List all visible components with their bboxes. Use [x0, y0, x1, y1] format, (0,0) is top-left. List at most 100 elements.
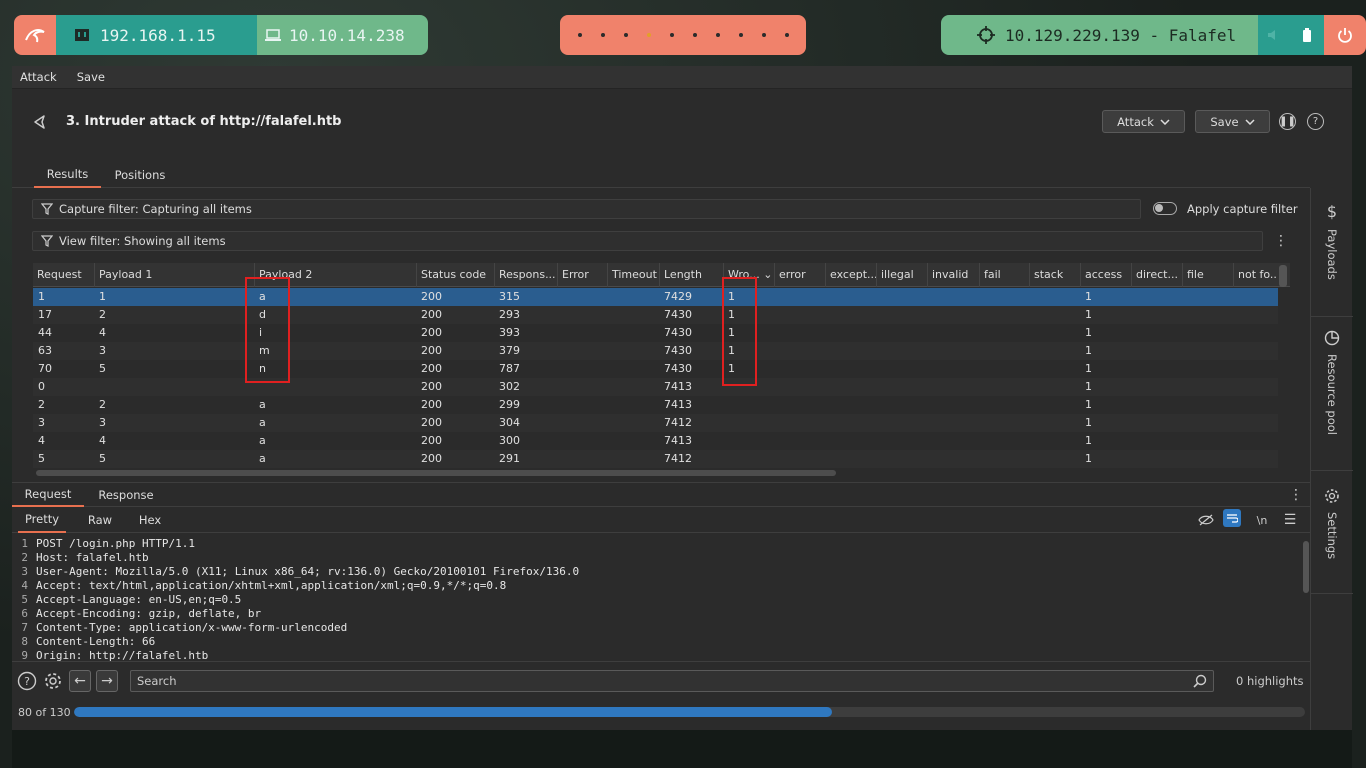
show-newlines-button[interactable]: \n	[1251, 509, 1273, 531]
tab-request[interactable]: Request	[12, 483, 84, 507]
pause-icon: ❚❚	[1279, 116, 1296, 127]
kali-dragon-icon	[25, 29, 45, 43]
next-match-button[interactable]: →	[96, 670, 118, 692]
column-header[interactable]: Timeout	[607, 263, 659, 287]
kali-menu-button[interactable]	[14, 15, 56, 55]
cell-access: 1	[1085, 398, 1092, 411]
volume-button[interactable]	[1258, 15, 1290, 55]
cell-req: 63	[38, 344, 52, 357]
ethernet-icon	[75, 29, 89, 41]
tab-positions[interactable]: Positions	[108, 162, 172, 188]
crosshair-icon	[977, 26, 995, 44]
editor-scrollbar[interactable]	[1303, 541, 1309, 593]
request-editor[interactable]: 1 POST /login.php HTTP/1.1 2 Host: falafel.…	[12, 537, 1310, 661]
workspace-dot-active[interactable]	[646, 33, 651, 37]
table-row[interactable]: 3 3 a 200 304 7412 1	[33, 414, 1278, 432]
search-submit-button[interactable]	[1189, 670, 1211, 692]
column-header[interactable]: except...	[825, 263, 876, 287]
table-row[interactable]: 5 5 a 200 291 7412 1	[33, 450, 1278, 468]
svg-text:?: ?	[24, 675, 30, 688]
apply-capture-filter-toggle[interactable]	[1153, 202, 1177, 215]
cell-req: 3	[38, 416, 45, 429]
header-name: Content-Length:	[36, 635, 136, 648]
column-header[interactable]: Error	[557, 263, 607, 287]
intruder-attack-window: Attack Save 3. Intruder attack of http:/…	[12, 66, 1353, 730]
menu-save[interactable]: Save	[77, 70, 105, 84]
view-filter-text: View filter: Showing all items	[59, 234, 226, 248]
workspace-dot[interactable]	[715, 33, 720, 37]
menu-attack[interactable]: Attack	[20, 70, 57, 84]
table-row[interactable]: 4 4 a 200 300 7413 1	[33, 432, 1278, 450]
column-header[interactable]: stack	[1029, 263, 1080, 287]
sidebar-item-resource-pool[interactable]: Resource pool	[1311, 330, 1353, 460]
eye-slash-icon	[1198, 514, 1214, 526]
search-settings-button[interactable]	[42, 670, 64, 692]
cell-status: 200	[421, 308, 442, 321]
column-header[interactable]: Request	[33, 263, 94, 287]
workspace-switcher[interactable]	[560, 15, 806, 55]
tab-response[interactable]: Response	[92, 483, 160, 507]
help-button-bottom[interactable]: ?	[16, 670, 38, 692]
workspace-dot[interactable]	[784, 33, 789, 37]
table-row[interactable]: 0 200 302 7413 1	[33, 378, 1278, 396]
cell-access: 1	[1085, 362, 1092, 375]
column-header[interactable]: error	[774, 263, 825, 287]
workspace-dot[interactable]	[623, 33, 628, 37]
tab-hex[interactable]: Hex	[130, 507, 170, 533]
pause-button[interactable]: ❚❚	[1279, 113, 1296, 130]
header-value: application/x-www-form-urlencoded	[122, 621, 348, 634]
sidebar-item-settings[interactable]: Settings	[1311, 488, 1353, 598]
wrap-lines-button[interactable]	[1223, 509, 1241, 527]
gear-icon	[45, 673, 61, 689]
help-button[interactable]: ?	[1307, 113, 1324, 130]
view-filter-bar[interactable]: View filter: Showing all items	[32, 231, 1263, 251]
column-header[interactable]: illegal	[876, 263, 927, 287]
cell-length: 7413	[664, 398, 692, 411]
capture-filter-bar[interactable]: Capture filter: Capturing all items	[32, 199, 1141, 219]
save-dropdown-button[interactable]: Save	[1195, 110, 1270, 133]
workspace-dot[interactable]	[738, 33, 743, 37]
column-header[interactable]: Status code	[416, 263, 494, 287]
column-header[interactable]: file	[1182, 263, 1233, 287]
column-header[interactable]: invalid	[927, 263, 979, 287]
sidebar-item-payloads[interactable]: $ Payloads	[1311, 202, 1353, 312]
hide-nonprintable-button[interactable]	[1195, 509, 1217, 531]
table-horizontal-scrollbar[interactable]	[36, 470, 836, 476]
detail-more-button[interactable]: ⋮	[1285, 484, 1307, 506]
column-header[interactable]: not fo...	[1233, 263, 1278, 287]
column-header[interactable]: access	[1080, 263, 1131, 287]
line-number: 9	[21, 649, 28, 661]
column-header[interactable]: Payload 1	[94, 263, 254, 287]
table-row[interactable]: 2 2 a 200 299 7413 1	[33, 396, 1278, 414]
header-name: Accept-Language:	[36, 593, 142, 606]
previous-match-button[interactable]: ←	[69, 670, 91, 692]
tab-pretty[interactable]: Pretty	[18, 507, 66, 533]
power-button[interactable]	[1324, 15, 1366, 55]
table-row[interactable]: 17 2 d 200 293 7430 1 1	[33, 306, 1278, 324]
table-row[interactable]: 1 1 a 200 315 7429 1 1	[33, 288, 1278, 306]
column-header[interactable]: direct...	[1131, 263, 1182, 287]
more-options-button[interactable]: ⋮	[1270, 230, 1292, 252]
workspace-dot[interactable]	[761, 33, 766, 37]
filter-icon	[41, 235, 53, 247]
desktop-bottom-strip	[12, 730, 1352, 768]
tab-raw[interactable]: Raw	[80, 507, 120, 533]
tab-results[interactable]: Results	[34, 162, 101, 188]
workspace-dot[interactable]	[600, 33, 605, 37]
workspace-dot[interactable]	[692, 33, 697, 37]
table-row[interactable]: 63 3 m 200 379 7430 1 1	[33, 342, 1278, 360]
column-header[interactable]: fail	[979, 263, 1029, 287]
table-row[interactable]: 70 5 n 200 787 7430 1 1	[33, 360, 1278, 378]
column-header[interactable]: Respons...	[494, 263, 557, 287]
workspace-dot[interactable]	[669, 33, 674, 37]
search-input[interactable]: Search	[130, 670, 1214, 692]
attack-dropdown-button[interactable]: Attack	[1102, 110, 1185, 133]
editor-menu-button[interactable]: ☰	[1279, 509, 1301, 531]
cell-req: 44	[38, 326, 52, 339]
table-vertical-scrollbar[interactable]	[1279, 265, 1287, 287]
battery-indicator[interactable]	[1290, 15, 1324, 55]
table-row[interactable]: 44 4 i 200 393 7430 1 1	[33, 324, 1278, 342]
column-header[interactable]: Length	[659, 263, 723, 287]
workspace-dot[interactable]	[577, 33, 582, 37]
cell-length: 7412	[664, 452, 692, 465]
